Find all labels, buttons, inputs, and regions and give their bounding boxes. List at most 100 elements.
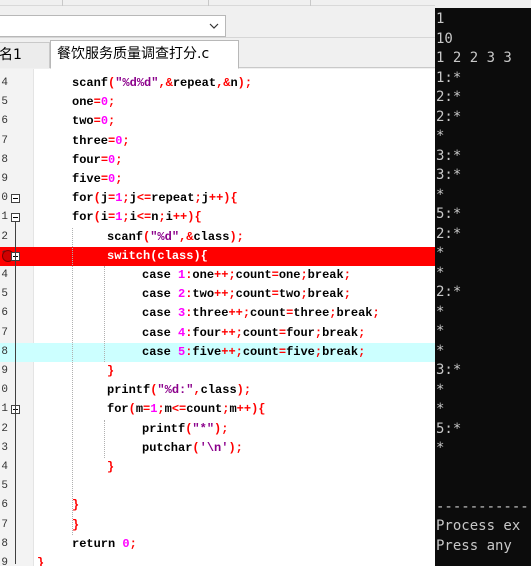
console-line: * — [436, 440, 445, 456]
line-number: 4 — [1, 461, 8, 473]
line-number: 9 — [1, 365, 8, 377]
line-number: 0 — [1, 192, 8, 205]
editor-tab-bar: 未命名1 餐饮服务质量调查打分.c — [0, 38, 435, 69]
code-line[interactable]: 2 scanf("%d",&class); — [0, 228, 435, 247]
code-line[interactable]: 8 return 0; — [0, 535, 435, 554]
code-line[interactable]: 9} — [0, 554, 435, 566]
code-text: scanf("%d%d",&repeat,&n); — [72, 76, 253, 90]
chevron-down-icon[interactable] — [203, 16, 225, 36]
code-text: switch(class){ — [107, 248, 208, 263]
console-line: 1 2 2 3 3 — [436, 50, 512, 66]
fold-toggle-icon[interactable] — [11, 213, 20, 223]
code-line[interactable]: 1 for(i=1;i<=n;i++){ — [0, 208, 435, 227]
code-line[interactable]: 5 — [0, 477, 435, 496]
tab-source-file[interactable]: 餐饮服务质量调查打分.c — [50, 40, 239, 69]
console-window[interactable]: 1 10 1 2 2 3 3 1:* 2:* 2:* * 3:* 3:* * 5:* 2:* * * 2:*… — [435, 0, 531, 566]
code-text: } — [107, 460, 115, 474]
line-number: 7 — [1, 326, 8, 339]
code-line[interactable]: 6 case 3:three++;count=three;break; — [0, 304, 435, 323]
code-text: case 4:four++;count=four;break; — [142, 325, 366, 340]
code-line[interactable]: 5 one=0; — [0, 93, 435, 112]
line-number: 7 — [1, 518, 8, 531]
line-number: 5 — [1, 288, 8, 301]
line-number: 9 — [1, 557, 8, 566]
line-number: 0 — [1, 384, 8, 397]
console-line: * — [436, 342, 445, 359]
code-text: putchar('\n'); — [142, 440, 243, 455]
console-line: 10 — [436, 30, 453, 47]
line-number: 8 — [1, 153, 8, 166]
console-line: * — [436, 401, 445, 417]
code-line[interactable]: 6 two=0; — [0, 112, 435, 131]
line-number: 4 — [1, 77, 8, 89]
code-line[interactable]: 7 case 4:four++;count=four;break; — [0, 324, 435, 343]
ide-window: 未命名1 餐饮服务质量调查打分.c 4 scanf("%d%d",&repeat,… — [0, 0, 435, 566]
line-number: 3 — [1, 441, 8, 454]
console-line: 3:* — [436, 362, 462, 378]
console-title-bar — [435, 0, 531, 8]
console-line: 2:* — [436, 225, 462, 242]
code-editor[interactable]: 4 scanf("%d%d",&repeat,&n); 5 one=0; 6 two=0;… — [0, 69, 435, 566]
console-line: 1 — [436, 11, 445, 27]
console-line: * — [436, 264, 445, 281]
code-line[interactable]: 0 printf("%d:",class); — [0, 381, 435, 400]
console-line: 3:* — [436, 147, 462, 164]
code-text: four=0; — [72, 152, 123, 167]
code-text: } — [107, 364, 115, 378]
console-line: 5:* — [436, 420, 462, 437]
code-line[interactable]: 0 for(j=1;j<=repeat;j++){ — [0, 189, 435, 208]
line-number: 2 — [1, 422, 8, 435]
function-combo[interactable] — [0, 15, 226, 37]
console-line: 5:* — [436, 206, 462, 222]
line-number: 2 — [1, 230, 8, 243]
indent-guide — [104, 266, 105, 362]
code-line[interactable]: 7} — [0, 516, 435, 535]
code-text: five=0; — [72, 172, 123, 186]
code-text: for(i=1;i<=n;i++){ — [72, 210, 202, 225]
line-number: 1 — [1, 403, 8, 416]
console-line: * — [436, 245, 445, 261]
code-text: scanf("%d",&class); — [107, 229, 244, 244]
code-line[interactable]: 3switch(class){ — [0, 246, 435, 266]
code-line[interactable]: 6} — [0, 496, 435, 515]
code-text: two=0; — [72, 114, 116, 129]
code-line[interactable]: 9} — [0, 362, 435, 381]
code-line[interactable]: 4 scanf("%d%d",&repeat,&n); — [0, 74, 435, 93]
console-line: * — [436, 303, 445, 320]
console-line: 1:* — [436, 69, 462, 86]
indent-guide — [72, 227, 73, 535]
code-text: case 5:five++;count=five;break; — [142, 344, 366, 359]
tab-untitled[interactable]: 未命名1 — [0, 42, 50, 68]
fold-toggle-icon[interactable] — [11, 194, 20, 204]
console-line: * — [436, 381, 445, 398]
code-line[interactable]: 3 putchar('\n'); — [0, 439, 435, 458]
code-text: three=0; — [72, 133, 130, 148]
code-text: case 1:one++;count=one;break; — [142, 268, 351, 282]
code-text: printf("*"); — [142, 421, 229, 436]
line-number: 8 — [1, 537, 8, 550]
code-text: case 3:three++;count=three;break; — [142, 306, 380, 321]
code-line[interactable]: 4 case 1:one++;count=one;break; — [0, 266, 435, 285]
line-number: 6 — [1, 115, 8, 128]
console-line: * — [436, 186, 445, 203]
code-line[interactable]: 8 four=0; — [0, 151, 435, 170]
code-line[interactable]: 7 three=0; — [0, 132, 435, 151]
line-number: 4 — [1, 269, 8, 281]
console-line: * — [436, 128, 445, 144]
code-line[interactable]: 1 for(m=1;m<=count;m++){ — [0, 400, 435, 419]
code-line[interactable]: 9 five=0; — [0, 170, 435, 189]
code-text: for(j=1;j<=repeat;j++){ — [72, 191, 238, 206]
code-line[interactable]: 4} — [0, 458, 435, 477]
code-line[interactable]: 2 printf("*"); — [0, 420, 435, 439]
line-number: 8 — [1, 345, 8, 358]
fold-connector — [15, 222, 16, 564]
tab-label: 未命名1 — [0, 47, 22, 63]
code-line[interactable]: 8 case 5:five++;count=five;break; — [0, 342, 435, 362]
code-text: case 2:two++;count=two;break; — [142, 287, 351, 302]
line-number: 9 — [1, 173, 8, 185]
code-line[interactable]: 5 case 2:two++;count=two;break; — [0, 285, 435, 304]
code-text: } — [37, 556, 45, 566]
code-text: } — [72, 517, 80, 532]
code-text: one=0; — [72, 95, 116, 110]
line-number: 6 — [1, 499, 8, 512]
